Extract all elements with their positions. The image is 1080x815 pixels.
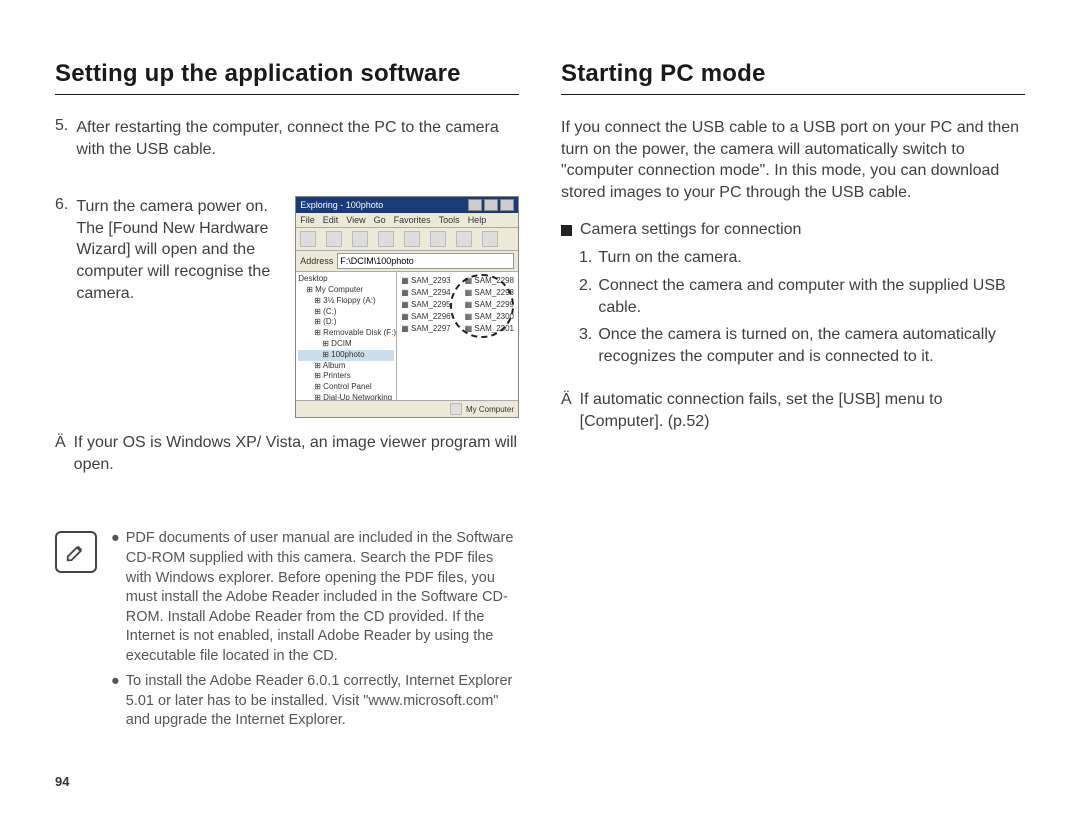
menu-item: File	[300, 215, 315, 225]
forward-icon	[326, 231, 342, 247]
explorer-screenshot: Exploring - 100photo File Edit View G	[295, 196, 519, 418]
tree-node: ⊞ Control Panel	[298, 382, 394, 393]
file-item: ▦ SAM_2298	[465, 275, 514, 287]
right-note: Ä If automatic connection fails, set the…	[561, 389, 1025, 432]
explorer-addressbar: Address	[296, 251, 518, 272]
step-text: Turn on the camera.	[598, 247, 741, 269]
note-bullet-1: ● PDF documents of user manual are inclu…	[111, 529, 519, 666]
explorer-titlebar: Exploring - 100photo	[296, 197, 518, 213]
note-bullet-2: ● To install the Adobe Reader 6.0.1 corr…	[111, 672, 519, 731]
step-6-line1: Turn the camera power on.	[76, 196, 281, 218]
note-bullet-2-text: To install the Adobe Reader 6.0.1 correc…	[126, 672, 519, 731]
bullet-icon: ●	[111, 672, 120, 731]
step-6-text: Turn the camera power on. The [Found New…	[76, 196, 281, 304]
file-item: ▦ SAM_2298	[465, 287, 514, 299]
tree-node: ⊞ Album	[298, 361, 394, 372]
copy-icon	[404, 231, 420, 247]
right-step-2: 2. Connect the camera and computer with …	[579, 275, 1025, 318]
file-item: ▦ SAM_2297	[401, 323, 450, 335]
tree-node: ⊞ 3½ Floppy (A:)	[298, 296, 394, 307]
left-steps: 5. After restarting the computer, connec…	[55, 117, 519, 418]
note-list: ● PDF documents of user manual are inclu…	[111, 529, 519, 737]
right-intro: If you connect the USB cable to a USB po…	[561, 117, 1025, 203]
explorer-toolbar	[296, 228, 518, 251]
close-icon	[500, 199, 514, 211]
right-subhead: Camera settings for connection	[561, 221, 1025, 239]
tree-node: ⊞ 100photo	[298, 350, 394, 361]
step-5-number: 5.	[55, 117, 68, 160]
right-column: Starting PC mode If you connect the USB …	[561, 60, 1025, 737]
step-text: Connect the camera and computer with the…	[598, 275, 1025, 318]
file-item: ▦ SAM_2299	[465, 299, 514, 311]
tree-node: ⊞ (D:)	[298, 317, 394, 328]
delete-icon	[482, 231, 498, 247]
menu-item: View	[346, 215, 365, 225]
step-number: 1.	[579, 247, 592, 269]
step-5: 5. After restarting the computer, connec…	[55, 117, 519, 160]
computer-icon	[450, 403, 462, 415]
menu-item: Help	[468, 215, 487, 225]
minimize-icon	[468, 199, 482, 211]
step-6-line2: The [Found New Hardware Wizard] will ope…	[76, 218, 281, 304]
cut-icon	[378, 231, 394, 247]
menu-item: Edit	[323, 215, 339, 225]
maximize-icon	[484, 199, 498, 211]
note-icon	[55, 531, 97, 573]
explorer-statusbar: My Computer	[296, 400, 518, 417]
bullet-icon: ●	[111, 529, 120, 666]
note-box: ● PDF documents of user manual are inclu…	[55, 529, 519, 737]
left-title: Setting up the application software	[55, 60, 519, 95]
file-item: ▦ SAM_2294	[401, 287, 450, 299]
right-title: Starting PC mode	[561, 60, 1025, 95]
tree-node: Desktop	[298, 274, 394, 285]
file-item: ▦ SAM_2296	[401, 311, 450, 323]
tree-node: ⊞ Removable Disk (F:)	[298, 328, 394, 339]
note-bullet-1-text: PDF documents of user manual are include…	[126, 529, 519, 666]
step-number: 2.	[579, 275, 592, 318]
right-steps: 1. Turn on the camera. 2. Connect the ca…	[561, 247, 1025, 367]
undo-icon	[456, 231, 472, 247]
note-symbol-icon: Ä	[55, 432, 66, 475]
right-step-3: 3. Once the camera is turned on, the cam…	[579, 324, 1025, 367]
tree-node: ⊞ Printers	[298, 371, 394, 382]
pencil-note-icon	[65, 541, 87, 563]
paste-icon	[430, 231, 446, 247]
page-columns: Setting up the application software 5. A…	[55, 60, 1025, 737]
address-label: Address	[300, 256, 333, 266]
menu-item: Favorites	[394, 215, 431, 225]
step-6: 6. Turn the camera power on. The [Found …	[55, 196, 519, 418]
left-os-note-text: If your OS is Windows XP/ Vista, an imag…	[74, 432, 519, 475]
left-column: Setting up the application software 5. A…	[55, 60, 519, 737]
tree-node: ⊞ (C:)	[298, 307, 394, 318]
file-item: ▦ SAM_2300	[465, 311, 514, 323]
note-symbol-icon: Ä	[561, 389, 572, 432]
back-icon	[300, 231, 316, 247]
square-bullet-icon	[561, 225, 572, 236]
step-number: 3.	[579, 324, 592, 367]
explorer-menubar: File Edit View Go Favorites Tools Help	[296, 213, 518, 228]
step-5-text: After restarting the computer, connect t…	[76, 117, 519, 160]
explorer-file-pane: ▦ SAM_2293▦ SAM_2294▦ SAM_2295▦ SAM_2296…	[397, 272, 518, 414]
tree-node: ⊞ DCIM	[298, 339, 394, 350]
step-text: Once the camera is turned on, the camera…	[598, 324, 1025, 367]
right-step-1: 1. Turn on the camera.	[579, 247, 1025, 269]
menu-item: Go	[374, 215, 386, 225]
menu-item: Tools	[439, 215, 460, 225]
tree-node: ⊞ My Computer	[298, 285, 394, 296]
file-item: ▦ SAM_2295	[401, 299, 450, 311]
right-subhead-text: Camera settings for connection	[580, 221, 801, 239]
page-number: 94	[55, 774, 69, 789]
step-6-number: 6.	[55, 196, 68, 418]
address-input	[337, 253, 514, 269]
up-icon	[352, 231, 368, 247]
file-item: ▦ SAM_2301	[465, 323, 514, 335]
explorer-title-text: Exploring - 100photo	[300, 200, 383, 210]
left-os-note: Ä If your OS is Windows XP/ Vista, an im…	[55, 432, 519, 475]
status-text: My Computer	[466, 405, 514, 414]
file-item: ▦ SAM_2293	[401, 275, 450, 287]
right-note-text: If automatic connection fails, set the […	[580, 389, 1025, 432]
explorer-tree: Desktop⊞ My Computer⊞ 3½ Floppy (A:)⊞ (C…	[296, 272, 397, 414]
